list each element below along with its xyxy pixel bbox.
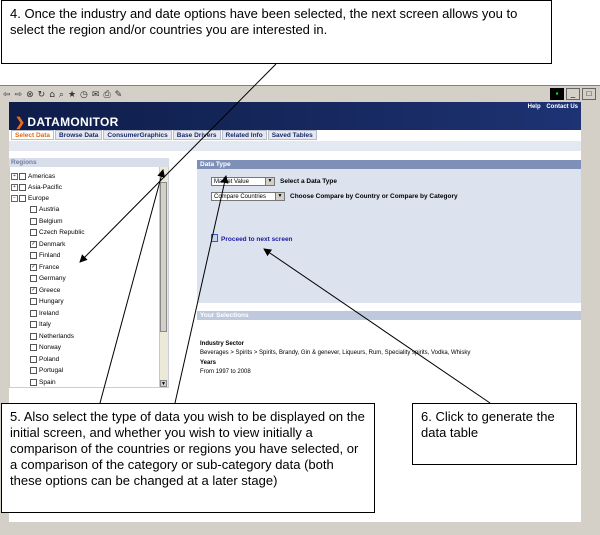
callout-step-6: 6. Click to generate the data table [412,403,577,465]
arrow-to-data-type [174,175,229,404]
arrow-to-proceed [263,248,491,404]
callout-step-4: 4. Once the industry and date options ha… [1,0,552,64]
arrow-to-country-list [79,63,277,263]
arrow-to-regions [99,169,166,404]
callout-step-5: 5. Also select the type of data you wish… [1,403,375,513]
